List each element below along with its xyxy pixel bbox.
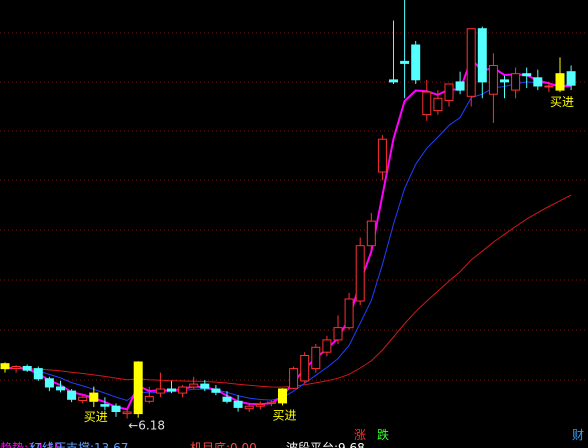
candle-body <box>155 388 165 394</box>
candle-body <box>477 28 487 83</box>
candle-body <box>377 138 387 173</box>
price-chart: 买进 买进买进←6.18 趋势:14.18红线压支撑:13.67 机目底:0.00 波… <box>0 0 588 448</box>
candle-body <box>266 401 276 404</box>
buy-signal-label: 买进 <box>550 95 574 109</box>
candle-body <box>322 339 332 353</box>
indicator-label: 波段平台:9.68 <box>286 440 365 448</box>
candle-body <box>78 396 88 402</box>
candle-body <box>211 388 221 393</box>
candle-body <box>67 390 77 400</box>
candle-body <box>200 383 210 389</box>
candle-body <box>111 405 121 413</box>
candle-body <box>22 366 32 371</box>
side-label: 财 <box>572 428 584 442</box>
candle-body <box>89 392 99 402</box>
candle-body <box>144 395 154 402</box>
candle-body <box>511 73 521 91</box>
candle-body <box>344 298 354 329</box>
candle-body <box>278 388 287 404</box>
candle-body <box>44 378 54 388</box>
candle-body <box>189 383 199 388</box>
candle-body <box>500 79 509 83</box>
candlestick-series <box>0 0 576 419</box>
buy-signal-label: 买进 <box>84 410 108 424</box>
side-label: 涨 <box>354 427 366 442</box>
candle-body <box>533 77 543 87</box>
candle-body <box>300 355 310 382</box>
trend-line <box>4 57 572 411</box>
ma-long-line <box>4 194 572 388</box>
candle-body <box>133 361 143 415</box>
signal-annotations: 买进 买进买进←6.18 <box>84 95 574 433</box>
candle-body <box>167 388 176 392</box>
candle-body <box>355 245 365 302</box>
candle-body <box>311 346 321 370</box>
candle-body <box>389 79 398 83</box>
candle-body <box>244 405 254 410</box>
candle-body <box>233 400 243 408</box>
moving-average-lines <box>4 57 572 411</box>
candle-body <box>444 83 454 101</box>
candle-body <box>11 366 21 369</box>
candle-body <box>466 28 476 97</box>
indicator-label: 红线压支撑:13.67 <box>30 440 128 448</box>
candle-body <box>0 363 10 370</box>
candle-body <box>544 85 554 88</box>
candle-body <box>422 91 432 116</box>
candle-body <box>122 411 132 415</box>
low-price-label: ←6.18 <box>128 419 165 433</box>
indicator-label: 机目底:0.00 <box>190 440 257 448</box>
candle-body <box>289 368 299 389</box>
candle-body <box>488 65 498 95</box>
candle-body <box>555 73 565 91</box>
candle-body <box>411 44 421 81</box>
candle-body <box>222 396 232 402</box>
indicator-label-row: 趋势:14.18红线压支撑:13.67 机目底:0.00 波段平台:9.68涨跌财 <box>0 427 584 448</box>
candle-body <box>56 386 65 391</box>
candle-body <box>178 386 188 394</box>
candle-body <box>433 97 443 112</box>
candle-body <box>33 368 43 380</box>
candle-body <box>455 81 465 91</box>
candle-body <box>522 73 532 77</box>
candle-body <box>100 404 110 407</box>
candle-body <box>255 404 265 407</box>
candle-body <box>400 60 410 64</box>
candle-body <box>333 327 343 341</box>
grid-lines <box>0 32 588 381</box>
side-label: 跌 <box>377 427 389 442</box>
candle-body <box>366 220 376 247</box>
buy-signal-label: 买进 <box>273 408 297 422</box>
candle-body <box>566 71 576 86</box>
ma-mid-line <box>4 81 572 402</box>
